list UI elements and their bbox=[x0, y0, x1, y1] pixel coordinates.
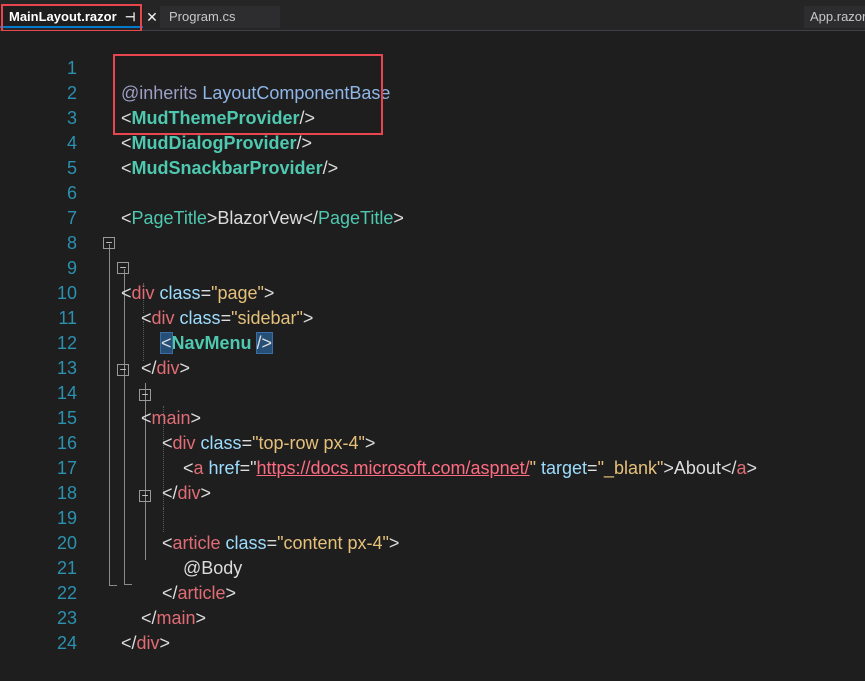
close-icon[interactable]: ✕ bbox=[145, 10, 159, 26]
code-line: 19 <article class="content px-4"> bbox=[0, 481, 865, 553]
html-tag: div bbox=[136, 633, 160, 653]
code-line: 7 bbox=[0, 181, 865, 228]
code-line: 24 bbox=[0, 606, 865, 653]
code-line: 23 </div> bbox=[0, 581, 865, 653]
code-line: 17 </div> bbox=[0, 431, 865, 503]
code-line: 4 <MudSnackbarProvider/> bbox=[0, 106, 865, 178]
tab-label: App.razor bbox=[810, 9, 865, 24]
tab-program-cs[interactable]: Program.cs bbox=[160, 6, 280, 28]
code-line: 18 bbox=[0, 456, 865, 503]
code-line: 5 bbox=[0, 131, 865, 178]
code-line: 15 <div class="top-row px-4"> bbox=[0, 381, 865, 453]
pin-icon[interactable]: ⊣ bbox=[125, 6, 135, 28]
code-line: 20 @Body bbox=[0, 506, 865, 578]
tab-app-razor[interactable]: App.razor bbox=[804, 6, 865, 28]
tab-label: MainLayout.razor bbox=[9, 9, 117, 24]
tab-mainlayout-razor[interactable]: MainLayout.razor ⊣ bbox=[0, 6, 143, 28]
code-line: 10 <div class="sidebar"> bbox=[0, 256, 865, 328]
code-line: 13 bbox=[0, 331, 865, 378]
tab-label: Program.cs bbox=[169, 9, 236, 24]
code-line: 3 <MudDialogProvider/> bbox=[0, 81, 865, 153]
code-line: 11 <NavMenu /> bbox=[0, 281, 865, 354]
code-line: 12 </div> bbox=[0, 306, 865, 378]
code-line: 14 <main> bbox=[0, 356, 865, 428]
code-line: 21 </article> bbox=[0, 531, 865, 603]
line-number: 24 bbox=[56, 633, 77, 653]
code-line: 16 <a href="https://docs.microsoft.com/a… bbox=[0, 406, 865, 478]
code-line: 9 <div class="page"> bbox=[0, 231, 865, 303]
editor-tab-bar: MainLayout.razor ⊣ ✕ Program.cs App.razo… bbox=[0, 0, 865, 31]
code-editor[interactable]: − − − − − 1 @inherits LayoutComponentBas… bbox=[0, 31, 865, 681]
code-line: 1 @inherits LayoutComponentBase bbox=[0, 31, 865, 103]
code-line: 6 <PageTitle>BlazorVew</PageTitle> bbox=[0, 156, 865, 228]
code-line: 8 bbox=[0, 206, 865, 253]
code-line: 22 </main> bbox=[0, 556, 865, 628]
code-line: 2 <MudThemeProvider/> bbox=[0, 56, 865, 128]
